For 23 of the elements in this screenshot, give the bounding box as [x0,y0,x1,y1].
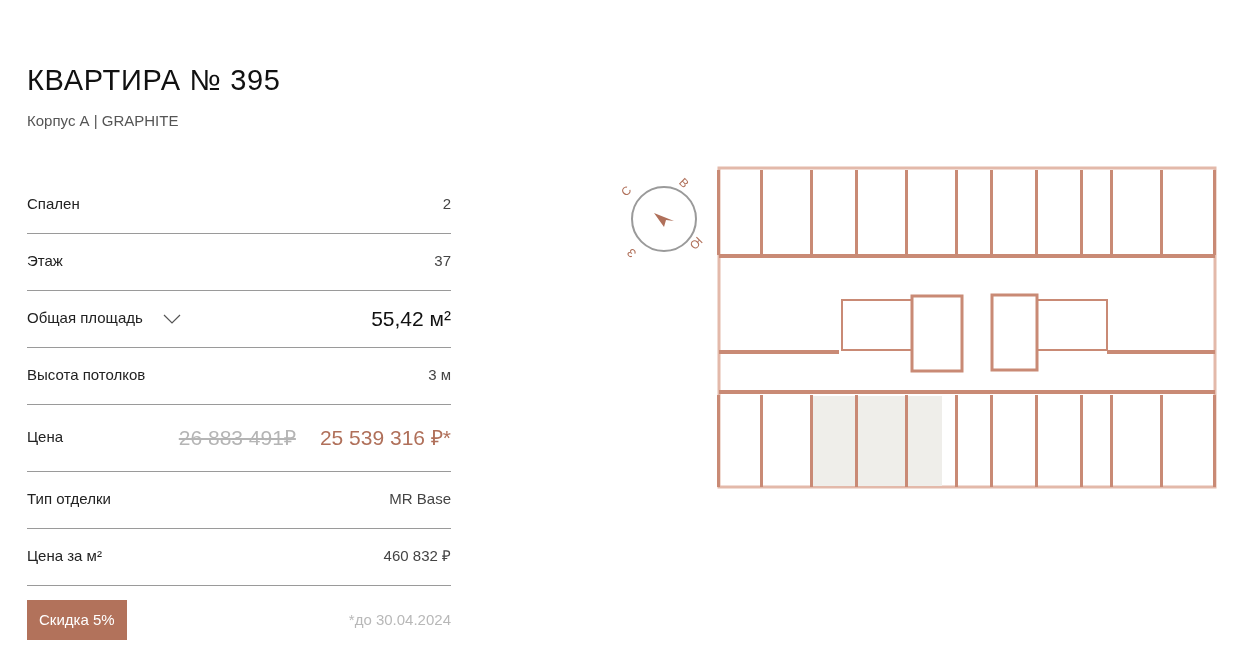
compass-east: В [675,174,693,193]
current-price: 25 539 316 ₽* [319,424,451,451]
spec-label: Цена [27,427,64,448]
spec-label: Спален [27,194,80,215]
compass-south: Ю [685,232,707,254]
spec-label: Высота потолков [27,365,146,386]
spec-label: Цена за м² [27,546,102,567]
building-subtitle: Корпус А | GRAPHITE [27,111,180,131]
spec-value: 3 м [428,365,451,386]
spec-label: Тип отделки [27,489,111,510]
apartment-title: КВАРТИРА № 395 [27,63,282,98]
compass-north: С [617,182,636,201]
compass-west: З [623,244,641,262]
spec-value: 37 [434,251,451,272]
area-value: 55,42 м² [371,305,451,332]
spec-label: Общая площадь [27,308,143,329]
spec-value: MR Base [389,489,451,510]
spec-value: 2 [442,194,451,215]
spec-value: 460 832 ₽ [383,546,451,567]
discount-badge: Скидка 5% [27,599,127,640]
discount-note: *до 30.04.2024 [348,609,451,630]
spec-label: Этаж [27,251,63,272]
old-price: 26 883 491₽ [178,424,296,451]
